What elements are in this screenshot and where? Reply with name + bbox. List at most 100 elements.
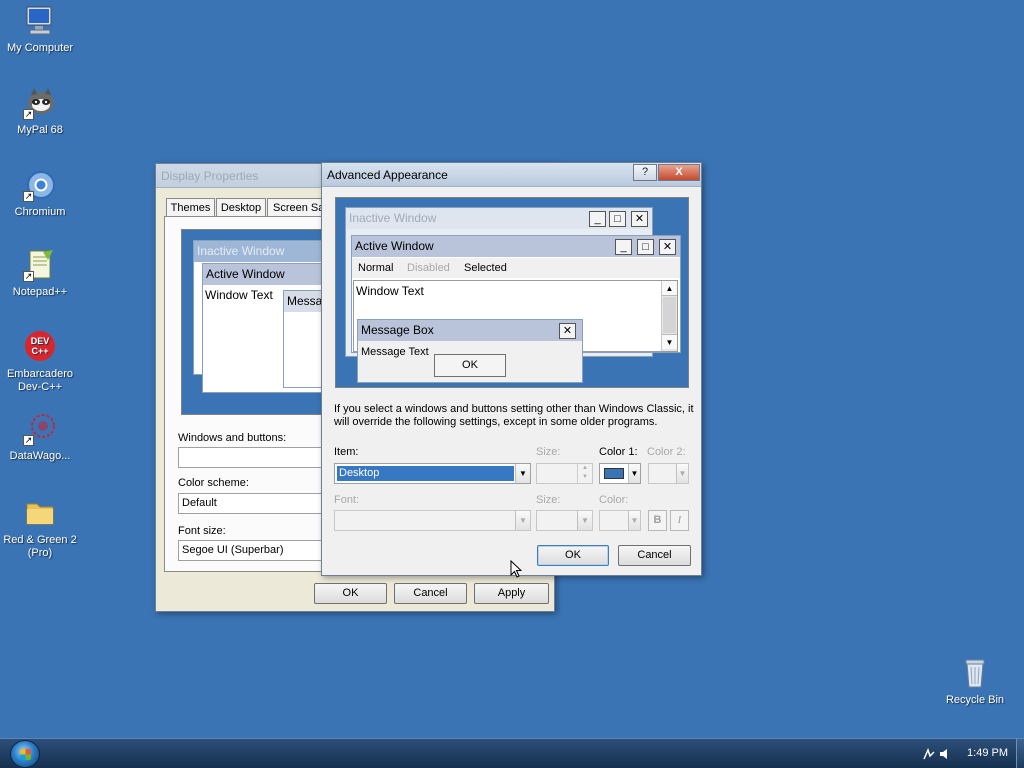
maximize-icon: □: [637, 239, 654, 255]
color1-label: Color 1:: [599, 446, 638, 458]
close-icon: ✕: [659, 239, 676, 255]
windows-buttons-label: Windows and buttons:: [178, 432, 287, 444]
taskbar: 1:49 PM: [0, 738, 1024, 768]
item-size-label: Size:: [536, 446, 561, 458]
item-select-value: Desktop: [337, 466, 514, 481]
preview-inactive-title: Inactive Window: [194, 241, 326, 262]
scroll-down-icon: ▼: [662, 334, 677, 349]
close-icon: ✕: [631, 211, 648, 227]
datawagon-icon: ↗: [23, 412, 57, 446]
windows-buttons-select[interactable]: [178, 447, 323, 468]
desktop-icon-label: Red & Green 2 (Pro): [3, 534, 77, 559]
color1-picker[interactable]: ▼: [599, 463, 641, 484]
cancel-button[interactable]: Cancel: [394, 583, 467, 604]
color-scheme-select[interactable]: Default: [178, 493, 323, 514]
preview-message-box: Message Box ✕ Message Text OK: [357, 319, 583, 383]
notepad-plus-plus-icon: ↗: [23, 248, 57, 282]
minimize-icon: _: [615, 239, 632, 255]
window-title: Display Properties: [161, 169, 259, 183]
menu-normal: Normal: [358, 262, 394, 274]
show-desktop-button[interactable]: [1016, 739, 1024, 768]
shortcut-arrow-icon: ↗: [23, 109, 34, 120]
preview-window-text: Window Text: [205, 288, 273, 302]
font-label: Font:: [334, 494, 360, 506]
dialog-title: Advanced Appearance: [327, 168, 448, 182]
font-size-label: Size:: [536, 494, 561, 506]
desktop-icon-label: DataWago...: [9, 450, 71, 462]
chromium-icon: ↗: [23, 168, 57, 202]
computer-icon: [23, 4, 57, 38]
minimize-icon: _: [589, 211, 606, 227]
recycle-bin-icon: [958, 656, 992, 690]
preview-inactive-title: Inactive Window: [346, 208, 652, 229]
preview-scrollbar: ▲ ▼: [661, 281, 677, 351]
desktop-icon-my-computer[interactable]: My Computer: [2, 4, 78, 55]
apply-button[interactable]: Apply: [474, 583, 549, 604]
chevron-down-icon: ▼: [577, 511, 592, 530]
chevron-down-icon: ▼: [628, 464, 640, 483]
ok-button[interactable]: OK: [314, 583, 387, 604]
desktop-icon-red-green[interactable]: Red & Green 2 (Pro): [2, 496, 78, 560]
desktop-icon-datawagon[interactable]: ↗ DataWago...: [2, 412, 78, 463]
preview-window-text: Window Text: [356, 284, 424, 298]
close-icon: ✕: [559, 323, 576, 339]
folder-icon: [23, 496, 57, 530]
desktop-icon-label: Chromium: [14, 206, 66, 218]
italic-button[interactable]: I: [670, 510, 689, 531]
tab-themes[interactable]: Themes: [166, 198, 215, 217]
chevron-down-icon: ▼: [515, 464, 530, 483]
item-size-stepper[interactable]: ▲ ▼: [536, 463, 593, 484]
info-text: If you select a windows and buttons sett…: [334, 403, 694, 428]
preview-message-title: Messa: [284, 291, 326, 312]
close-button[interactable]: X: [658, 164, 700, 181]
chevron-down-icon: ▼: [628, 511, 640, 530]
color2-picker[interactable]: ▼: [648, 463, 689, 484]
tab-desktop[interactable]: Desktop: [216, 198, 266, 217]
shortcut-arrow-icon: ↗: [23, 191, 34, 202]
font-color-picker[interactable]: ▼: [599, 510, 641, 531]
start-button[interactable]: [10, 740, 40, 768]
item-select[interactable]: Desktop ▼: [334, 463, 531, 484]
network-icon[interactable]: [922, 747, 936, 761]
system-tray: 1:49 PM: [914, 739, 1024, 768]
help-button[interactable]: ?: [633, 164, 657, 181]
preview-menubar: Normal Disabled Selected: [352, 258, 680, 278]
font-size-select[interactable]: Segoe UI (Superbar): [178, 540, 323, 561]
menu-selected: Selected: [464, 262, 507, 274]
desktop-icon-label: Notepad++: [12, 286, 68, 298]
desktop-icon-chromium[interactable]: ↗ Chromium: [2, 168, 78, 219]
tab-screen-saver[interactable]: Screen Sa: [267, 198, 327, 217]
font-size-label: Font size:: [178, 525, 226, 537]
desktop-icon-label: My Computer: [6, 42, 74, 54]
stepper-arrows-icon: ▲ ▼: [577, 464, 592, 483]
color-scheme-label: Color scheme:: [178, 477, 249, 489]
svg-text:DEV: DEV: [31, 336, 50, 346]
volume-icon[interactable]: [938, 747, 952, 761]
ok-button[interactable]: OK: [537, 545, 609, 566]
font-select[interactable]: ▼: [334, 510, 531, 531]
bold-button[interactable]: B: [648, 510, 667, 531]
color1-swatch: [604, 468, 624, 479]
shortcut-arrow-icon: ↗: [23, 271, 34, 282]
menu-disabled: Disabled: [407, 262, 450, 274]
dev-cpp-icon: DEV C++: [23, 330, 57, 364]
chevron-down-icon: ▼: [676, 464, 688, 483]
taskbar-clock[interactable]: 1:49 PM: [967, 747, 1008, 759]
desktop-icon-recycle-bin[interactable]: Recycle Bin: [937, 656, 1013, 707]
cancel-button[interactable]: Cancel: [618, 545, 691, 566]
preview-active-title: Active Window: [203, 264, 326, 285]
scroll-thumb: [663, 297, 676, 333]
advanced-appearance-titlebar[interactable]: Advanced Appearance ? X: [322, 163, 701, 187]
desktop-icon-notepad-plus-plus[interactable]: ↗ Notepad++: [2, 248, 78, 299]
desktop-icon-label: MyPal 68: [17, 124, 63, 136]
desktop-icon-dev-cpp[interactable]: DEV C++ Embarcadero Dev-C++: [2, 330, 78, 394]
appearance-preview: Inactive Window Active Window Window Tex…: [181, 229, 327, 415]
advanced-preview: Inactive Window _ □ ✕ Active Window _ □ …: [335, 197, 689, 388]
font-size-select[interactable]: ▼: [536, 510, 593, 531]
scroll-up-icon: ▲: [662, 281, 677, 296]
chevron-down-icon: ▼: [515, 511, 530, 530]
maximize-icon: □: [609, 211, 626, 227]
advanced-appearance-dialog: Advanced Appearance ? X Inactive Window …: [321, 162, 702, 576]
desktop-icon-mypal[interactable]: ↗ MyPal 68: [2, 86, 78, 137]
desktop-icon-label: Embarcadero Dev-C++: [6, 368, 74, 393]
